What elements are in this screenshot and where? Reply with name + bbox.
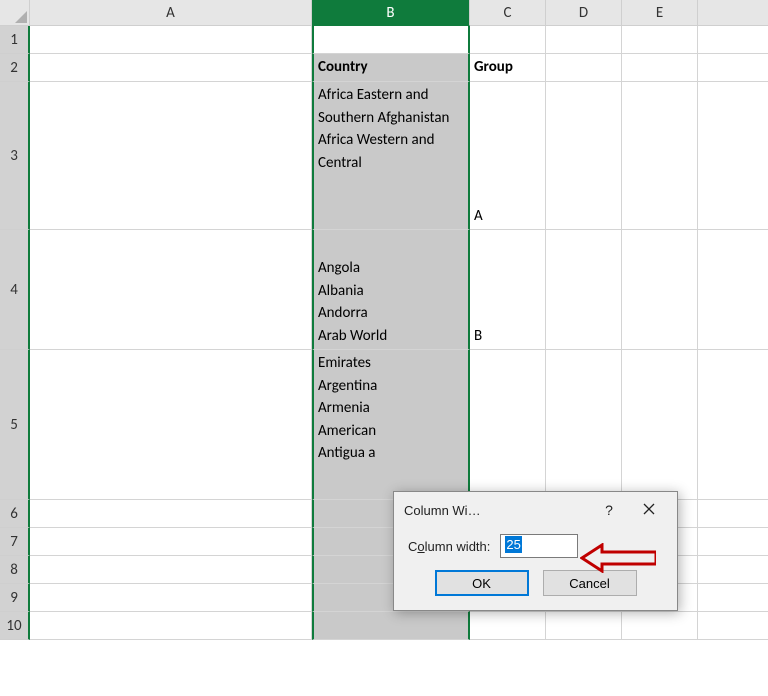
cell-D5[interactable]	[546, 350, 622, 500]
col-header-C[interactable]: C	[470, 0, 546, 26]
cell-E5[interactable]	[622, 350, 698, 500]
cell-E1[interactable]	[622, 26, 698, 54]
cell-C5[interactable]	[470, 350, 546, 500]
cell-F9[interactable]	[698, 584, 768, 612]
dialog-title: Column Wi…	[404, 503, 589, 518]
cell-C2[interactable]: Group	[470, 54, 546, 82]
col-header-B[interactable]: B	[312, 0, 470, 26]
cell-F2[interactable]	[698, 54, 768, 82]
row-header-9[interactable]: 9	[0, 584, 30, 612]
cell-A8[interactable]	[30, 556, 312, 584]
cell-D4[interactable]	[546, 230, 622, 350]
cell-B10[interactable]	[312, 612, 470, 640]
cell-D2[interactable]	[546, 54, 622, 82]
cell-D10[interactable]	[546, 612, 622, 640]
select-all-corner[interactable]	[0, 0, 30, 26]
row-header-2[interactable]: 2	[0, 54, 30, 82]
help-button[interactable]: ?	[589, 496, 629, 524]
cell-B1[interactable]	[312, 26, 470, 54]
ok-button[interactable]: OK	[435, 570, 529, 596]
cell-F5[interactable]	[698, 350, 768, 500]
cell-F3[interactable]	[698, 82, 768, 230]
cancel-button[interactable]: Cancel	[543, 570, 637, 596]
cell-C4[interactable]: B	[470, 230, 546, 350]
cell-C3[interactable]: A	[470, 82, 546, 230]
cell-D3[interactable]	[546, 82, 622, 230]
cell-D1[interactable]	[546, 26, 622, 54]
row-header-7[interactable]: 7	[0, 528, 30, 556]
cell-C1[interactable]	[470, 26, 546, 54]
col-header-A[interactable]: A	[30, 0, 312, 26]
row-header-3[interactable]: 3	[0, 82, 30, 230]
cell-B4[interactable]: Angola Albania Andorra Arab World	[312, 230, 470, 350]
cell-F6[interactable]	[698, 500, 768, 528]
close-button[interactable]	[629, 496, 669, 524]
cell-F10[interactable]	[698, 612, 768, 640]
cell-E3[interactable]	[622, 82, 698, 230]
column-width-label: Column width:	[408, 539, 490, 554]
cell-E2[interactable]	[622, 54, 698, 82]
cell-C10[interactable]	[470, 612, 546, 640]
dialog-titlebar[interactable]: Column Wi… ?	[394, 492, 677, 528]
row-header-10[interactable]: 10	[0, 612, 30, 640]
row-header-5[interactable]: 5	[0, 350, 30, 500]
row-header-4[interactable]: 4	[0, 230, 30, 350]
cell-A10[interactable]	[30, 612, 312, 640]
col-header-D[interactable]: D	[546, 0, 622, 26]
cell-B2[interactable]: Country	[312, 54, 470, 82]
cell-F4[interactable]	[698, 230, 768, 350]
row-header-6[interactable]: 6	[0, 500, 30, 528]
col-header-overflow[interactable]	[698, 0, 768, 26]
cell-A3[interactable]	[30, 82, 312, 230]
cell-A2[interactable]	[30, 54, 312, 82]
cell-F8[interactable]	[698, 556, 768, 584]
cell-F7[interactable]	[698, 528, 768, 556]
cell-B3[interactable]: Africa Eastern and Southern Afghanistan …	[312, 82, 470, 230]
col-header-E[interactable]: E	[622, 0, 698, 26]
column-width-input[interactable]: 25	[500, 534, 578, 558]
row-header-8[interactable]: 8	[0, 556, 30, 584]
cell-A1[interactable]	[30, 26, 312, 54]
column-width-dialog: Column Wi… ? Column width: 25 OK Cancel	[393, 491, 678, 611]
cell-A6[interactable]	[30, 500, 312, 528]
row-header-1[interactable]: 1	[0, 26, 30, 54]
cell-F1[interactable]	[698, 26, 768, 54]
cell-A4[interactable]	[30, 230, 312, 350]
close-icon	[643, 502, 655, 518]
cell-A9[interactable]	[30, 584, 312, 612]
cell-E4[interactable]	[622, 230, 698, 350]
cell-A7[interactable]	[30, 528, 312, 556]
cell-B5[interactable]: Emirates Argentina Armenia American Anti…	[312, 350, 470, 500]
cell-A5[interactable]	[30, 350, 312, 500]
cell-E10[interactable]	[622, 612, 698, 640]
